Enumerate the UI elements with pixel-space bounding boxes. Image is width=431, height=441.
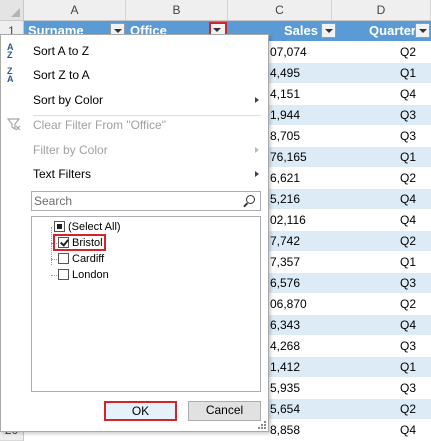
highlight-box [53,234,106,251]
quarter-cell[interactable]: Q3 [336,105,416,126]
submenu-arrow-icon [255,171,259,177]
filter-search-box[interactable] [31,191,261,211]
filter-by-color-item[interactable]: Filter by Color [1,138,268,162]
quarter-cell[interactable]: Q3 [336,126,416,147]
tree-connector [51,259,57,260]
column-header-bar: A B C D [0,0,431,21]
sales-cell[interactable]: 6,576 [270,273,330,294]
clear-filter-icon [6,117,23,133]
quarter-cell[interactable]: Q2 [336,231,416,252]
sort-z-to-a-item[interactable]: ZA Sort Z to A [1,63,268,87]
clear-filter-item[interactable]: Clear Filter From "Office" [1,113,268,137]
quarter-cell[interactable]: Q4 [336,84,416,105]
cardiff-checkbox[interactable] [58,253,69,264]
sales-cell[interactable]: 8,858 [270,420,330,441]
quarter-cell[interactable]: Q4 [336,315,416,336]
quarter-cell[interactable]: Q2 [336,399,416,420]
sales-cell[interactable]: 6,343 [270,315,330,336]
quarter-filter-button[interactable] [415,23,430,38]
filter-values-list[interactable]: (Select All) Bristol Cardiff London [31,216,261,392]
quarter-header-label: Quarter [369,23,416,38]
submenu-arrow-icon [255,147,259,153]
sort-descending-icon: ZA [7,66,14,84]
sort-a-to-z-item[interactable]: AZ Sort A to Z [1,39,268,63]
sales-cell[interactable]: 1,944 [270,105,330,126]
quarter-cell[interactable]: Q2 [336,42,416,63]
submenu-arrow-icon [255,97,259,103]
clear-filter-label: Clear Filter From "Office" [33,118,166,132]
text-filters-label: Text Filters [33,167,92,181]
select-all-checkbox[interactable] [54,221,65,232]
column-header-c[interactable]: C [228,0,332,20]
resize-grip-icon[interactable] [258,421,266,429]
text-filters-item[interactable]: Text Filters [1,162,268,186]
sales-cell[interactable]: 07,074 [270,42,330,63]
quarter-cell[interactable]: Q4 [336,189,416,210]
sales-cell[interactable]: 4,495 [270,63,330,84]
quarter-cell[interactable]: Q3 [336,378,416,399]
sort-by-color-label: Sort by Color [33,93,104,107]
filter-item-label: (Select All) [68,221,121,233]
sales-filter-button[interactable] [321,23,336,38]
ok-button[interactable]: OK [104,401,177,421]
sales-cell[interactable]: 5,216 [270,189,330,210]
quarter-cell[interactable]: Q4 [336,420,416,441]
sales-cell[interactable]: 02,116 [270,210,330,231]
autofilter-dropdown: AZ Sort A to Z ZA Sort Z to A Sort by Co… [0,34,269,432]
sort-ascending-icon: AZ [7,42,14,60]
tree-connector [51,275,57,276]
filter-item-label: London [72,269,109,281]
london-checkbox[interactable] [58,269,69,280]
column-header-a[interactable]: A [24,0,126,20]
filter-by-color-label: Filter by Color [33,143,108,157]
filter-item-label: Cardiff [72,253,105,265]
quarter-header: Quarter [336,21,416,41]
sales-cell[interactable]: 8,705 [270,126,330,147]
sales-cell[interactable]: 7,357 [270,252,330,273]
quarter-cell[interactable]: Q1 [336,147,416,168]
sort-a-to-z-label: Sort A to Z [33,44,90,58]
sales-cell[interactable]: 5,935 [270,378,330,399]
sort-by-color-item[interactable]: Sort by Color [1,88,268,112]
sales-cell[interactable]: 7,742 [270,231,330,252]
quarter-cell[interactable]: Q1 [336,357,416,378]
sales-header-label: Sales [284,23,318,38]
quarter-cell[interactable]: Q4 [336,210,416,231]
sales-cell[interactable]: 5,654 [270,399,330,420]
quarter-cell[interactable]: Q1 [336,63,416,84]
column-header-b[interactable]: B [126,0,228,20]
search-icon[interactable] [246,195,255,204]
sales-cell[interactable]: 6,621 [270,168,330,189]
sales-cell[interactable]: 1,412 [270,357,330,378]
quarter-cell[interactable]: Q3 [336,273,416,294]
quarter-cell[interactable]: Q2 [336,294,416,315]
select-all-corner[interactable] [0,0,24,20]
quarter-cell[interactable]: Q3 [336,336,416,357]
filter-search-input[interactable] [34,193,234,209]
column-header-d[interactable]: D [332,0,431,20]
cancel-button[interactable]: Cancel [188,401,261,421]
sales-cell[interactable]: 4,151 [270,84,330,105]
sort-z-to-a-label: Sort Z to A [33,68,90,82]
quarter-cell[interactable]: Q1 [336,252,416,273]
sales-cell[interactable]: 06,870 [270,294,330,315]
sales-cell[interactable]: 4,268 [270,336,330,357]
sales-cell[interactable]: 76,165 [270,147,330,168]
quarter-cell[interactable]: Q2 [336,168,416,189]
